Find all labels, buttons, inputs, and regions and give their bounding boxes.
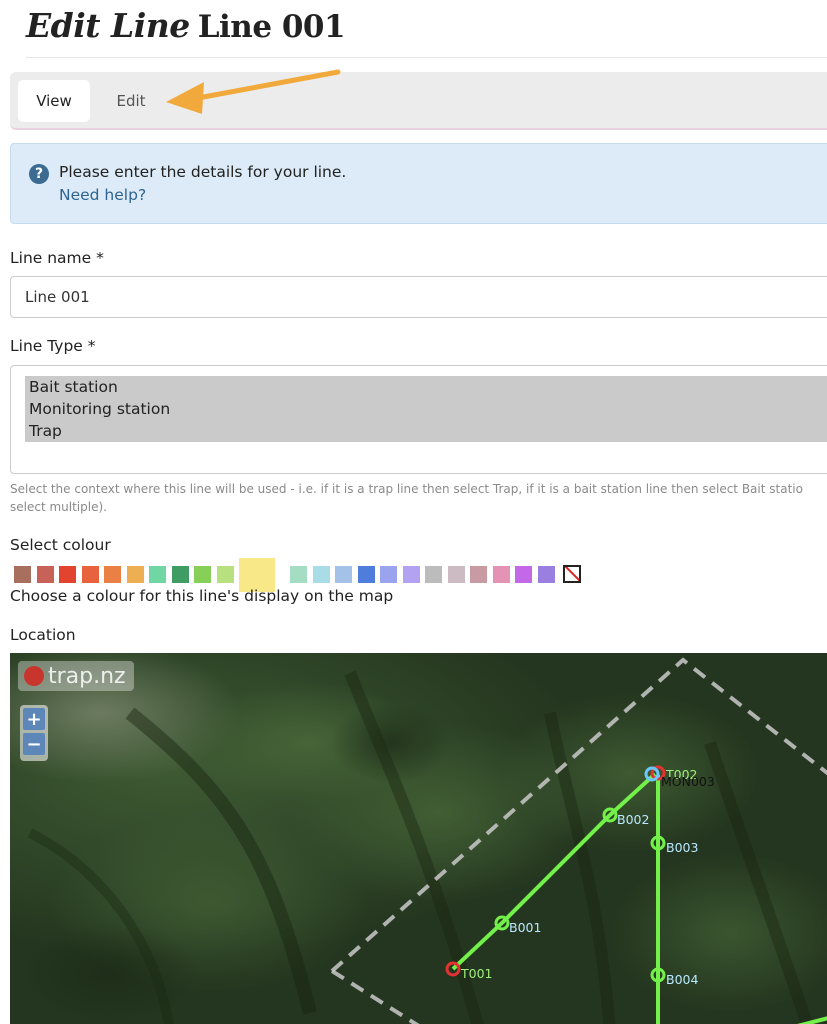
line-name-label: Line name * [10,249,104,267]
select-colour-label: Select colour [10,536,111,554]
line-type-help: Select the context where this line will … [10,480,827,516]
line-type-help-line-2: select multiple). [10,500,107,514]
no-colour-swatch-icon[interactable] [563,565,581,583]
colour-swatch[interactable] [36,566,54,583]
colour-swatch[interactable] [335,566,352,583]
colour-swatch[interactable] [171,566,189,583]
colour-swatch[interactable] [14,566,31,583]
info-message-box: ? Please enter the details for your line… [10,143,827,224]
colour-swatch[interactable] [402,566,420,583]
line-type-help-line-1: Select the context where this line will … [10,482,803,496]
trapnz-logo-text: trap.nz [48,663,126,689]
page-title: Edit Line Line 001 [26,6,346,54]
colour-swatch[interactable] [59,566,76,583]
zoom-out-button[interactable]: − [23,733,45,755]
line-type-multiselect[interactable]: Bait station Monitoring station Trap [10,365,827,474]
colour-swatch[interactable] [194,566,211,583]
line-type-label: Line Type * [10,337,96,355]
tabs-bar: View Edit [10,72,827,130]
satellite-imagery: T001 B001 B002 T002 MON003 B003 B004 [10,653,827,1024]
location-label: Location [10,626,76,644]
colour-swatch[interactable] [312,566,330,583]
colour-swatch[interactable] [380,566,397,583]
question-circle-icon: ? [29,164,49,184]
marker-label-t001: T001 [460,966,493,981]
colour-swatch[interactable] [357,566,375,583]
location-map[interactable]: T001 B001 B002 T002 MON003 B003 B004 tra… [10,653,827,1024]
marker-label-b003: B003 [666,840,698,855]
line-type-option-monitoring-station[interactable]: Monitoring station [25,398,827,420]
trapnz-logo-icon [24,666,44,686]
line-type-option-trap[interactable]: Trap [25,420,827,442]
colour-swatch[interactable] [126,566,144,583]
line-name-input[interactable] [10,276,827,318]
tab-view[interactable]: View [18,80,90,122]
colour-swatch[interactable] [537,566,555,583]
colour-swatch[interactable] [290,566,307,583]
trapnz-logo: trap.nz [18,661,134,691]
colour-swatch[interactable] [470,566,487,583]
colour-swatch[interactable] [425,566,442,583]
colour-swatch[interactable] [149,566,166,583]
colour-swatch[interactable] [515,566,532,583]
marker-label-b004: B004 [666,972,698,987]
marker-label-b001: B001 [509,920,541,935]
zoom-in-button[interactable]: + [23,708,45,730]
colour-swatch[interactable] [104,566,121,583]
colour-swatch[interactable] [447,566,465,583]
page-title-line-name: Line 001 [197,9,346,45]
annotation-arrow [166,69,341,114]
colour-swatch[interactable] [216,566,234,583]
title-divider [26,57,827,58]
need-help-link[interactable]: Need help? [59,186,146,204]
line-type-option-bait-station[interactable]: Bait station [25,376,827,398]
info-message: Please enter the details for your line. [59,163,347,181]
marker-label-mon003: MON003 [661,774,715,789]
colour-swatch[interactable] [492,566,510,583]
marker-label-b002: B002 [617,812,649,827]
zoom-control: + − [20,705,48,761]
page-title-action: Edit Line [26,6,190,45]
tab-edit[interactable]: Edit [100,80,162,122]
colour-swatch[interactable] [81,566,99,583]
colour-help-text: Choose a colour for this line's display … [10,587,394,605]
